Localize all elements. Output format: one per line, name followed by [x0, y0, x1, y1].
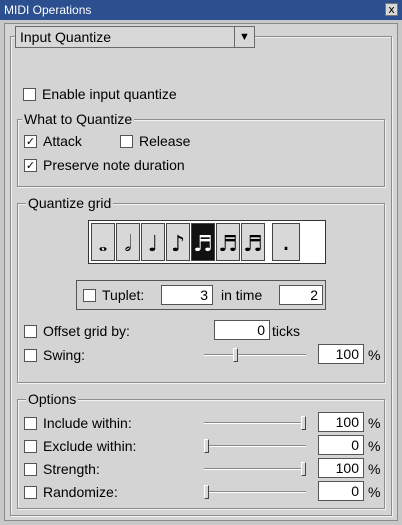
swing-unit: %: [368, 347, 381, 363]
strength-input[interactable]: 100: [318, 458, 364, 478]
attack-label: Attack: [43, 133, 82, 149]
note-value-selector: 𝅝 𝅗𝅥 ♩ ♪ ♬ ♬ ♬ .: [88, 220, 326, 264]
strength-unit: %: [368, 461, 381, 477]
enable-input-quantize[interactable]: Enable input quantize: [23, 85, 177, 103]
swing-slider-track: [204, 354, 306, 356]
what-legend: What to Quantize: [22, 111, 135, 127]
tuplet-label: Tuplet:: [102, 287, 145, 303]
eighth-note-icon[interactable]: ♪: [166, 223, 190, 261]
include-within-unit: %: [368, 415, 381, 431]
offset-option[interactable]: Offset grid by:: [24, 322, 130, 340]
swing-checkbox[interactable]: [24, 348, 37, 362]
strength-slider-thumb[interactable]: [301, 462, 306, 476]
exclude-within-slider[interactable]: [204, 439, 306, 453]
preserve-option[interactable]: ✓ Preserve note duration: [24, 156, 185, 174]
release-label: Release: [139, 133, 191, 149]
quantize-grid-group: Quantize grid 𝅝 𝅗𝅥 ♩ ♪ ♬ ♬ ♬ . Tuplet: 3…: [17, 195, 385, 383]
what-to-quantize-group: What to Quantize ✓ Attack Release ✓ Pres…: [17, 111, 385, 187]
exclude-within-slider-thumb[interactable]: [204, 439, 209, 453]
mode-dropdown-label: Input Quantize: [20, 29, 112, 45]
swing-slider[interactable]: [204, 348, 306, 362]
grid-legend: Quantize grid: [26, 195, 114, 211]
options-group: Options Include within: 100 % Exclude wi…: [17, 391, 385, 509]
randomize-unit: %: [368, 484, 381, 500]
include-within-option[interactable]: Include within:: [24, 414, 132, 432]
include-within-input[interactable]: 100: [318, 412, 364, 432]
offset-checkbox[interactable]: [24, 324, 37, 338]
exclude-within-slider-track: [204, 445, 306, 447]
swing-option[interactable]: Swing:: [24, 346, 85, 364]
exclude-within-checkbox[interactable]: [24, 439, 37, 453]
attack-checkbox[interactable]: ✓: [24, 134, 37, 148]
close-icon[interactable]: x: [385, 3, 398, 16]
randomize-input[interactable]: 0: [318, 481, 364, 501]
sixteenth-note-icon[interactable]: ♬: [191, 223, 215, 261]
strength-slider-track: [204, 468, 306, 470]
tuplet-box: Tuplet: 3 in time 2: [76, 280, 326, 310]
include-within-slider-thumb[interactable]: [301, 416, 306, 430]
in-time-label: in time: [221, 287, 263, 303]
tuplet-checkbox[interactable]: [83, 288, 96, 302]
strength-option[interactable]: Strength:: [24, 460, 100, 478]
quarter-note-icon[interactable]: ♩: [141, 223, 165, 261]
preserve-label: Preserve note duration: [43, 157, 185, 173]
attack-option[interactable]: ✓ Attack: [24, 132, 82, 150]
dotted-note-icon[interactable]: .: [272, 223, 300, 261]
exclude-within-label: Exclude within:: [43, 438, 137, 454]
whole-note-icon[interactable]: 𝅝: [91, 223, 115, 261]
thirty-second-note-icon[interactable]: ♬: [216, 223, 240, 261]
preserve-checkbox[interactable]: ✓: [24, 158, 37, 172]
offset-label: Offset grid by:: [43, 323, 130, 339]
randomize-slider-thumb[interactable]: [204, 485, 209, 499]
exclude-within-input[interactable]: 0: [318, 435, 364, 455]
randomize-slider-track: [204, 491, 306, 493]
strength-label: Strength:: [43, 461, 100, 477]
randomize-option[interactable]: Randomize:: [24, 483, 118, 501]
mode-dropdown[interactable]: Input Quantize ▼: [15, 26, 255, 48]
offset-unit: ticks: [272, 323, 300, 339]
strength-slider[interactable]: [204, 462, 306, 476]
tuplet-input[interactable]: 3: [161, 285, 213, 305]
in-time-input[interactable]: 2: [279, 285, 323, 305]
randomize-checkbox[interactable]: [24, 485, 37, 499]
exclude-within-unit: %: [368, 438, 381, 454]
half-note-icon[interactable]: 𝅗𝅥: [116, 223, 140, 261]
enable-label: Enable input quantize: [42, 86, 177, 102]
enable-checkbox[interactable]: [23, 87, 36, 101]
tuplet-option[interactable]: Tuplet:: [83, 286, 144, 304]
include-within-label: Include within:: [43, 415, 132, 431]
swing-input[interactable]: 100: [318, 344, 364, 364]
offset-input[interactable]: 0: [214, 320, 270, 340]
chevron-down-icon[interactable]: ▼: [234, 27, 254, 47]
swing-label: Swing:: [43, 347, 86, 363]
title-bar: MIDI Operations x: [0, 0, 402, 20]
randomize-slider[interactable]: [204, 485, 306, 499]
swing-slider-thumb[interactable]: [233, 348, 238, 362]
release-checkbox[interactable]: [120, 134, 133, 148]
include-within-slider-track: [204, 422, 306, 424]
release-option[interactable]: Release: [120, 132, 190, 150]
exclude-within-option[interactable]: Exclude within:: [24, 437, 136, 455]
include-within-checkbox[interactable]: [24, 416, 37, 430]
input-quantize-group: Input Quantize ▼ Enable input quantize W…: [10, 26, 392, 516]
options-legend: Options: [26, 391, 79, 407]
randomize-label: Randomize:: [43, 484, 118, 500]
strength-checkbox[interactable]: [24, 462, 37, 476]
include-within-slider[interactable]: [204, 416, 306, 430]
sixty-fourth-note-icon[interactable]: ♬: [241, 223, 265, 261]
dialog-body: Input Quantize ▼ Enable input quantize W…: [4, 23, 398, 521]
window-title: MIDI Operations: [4, 3, 92, 17]
